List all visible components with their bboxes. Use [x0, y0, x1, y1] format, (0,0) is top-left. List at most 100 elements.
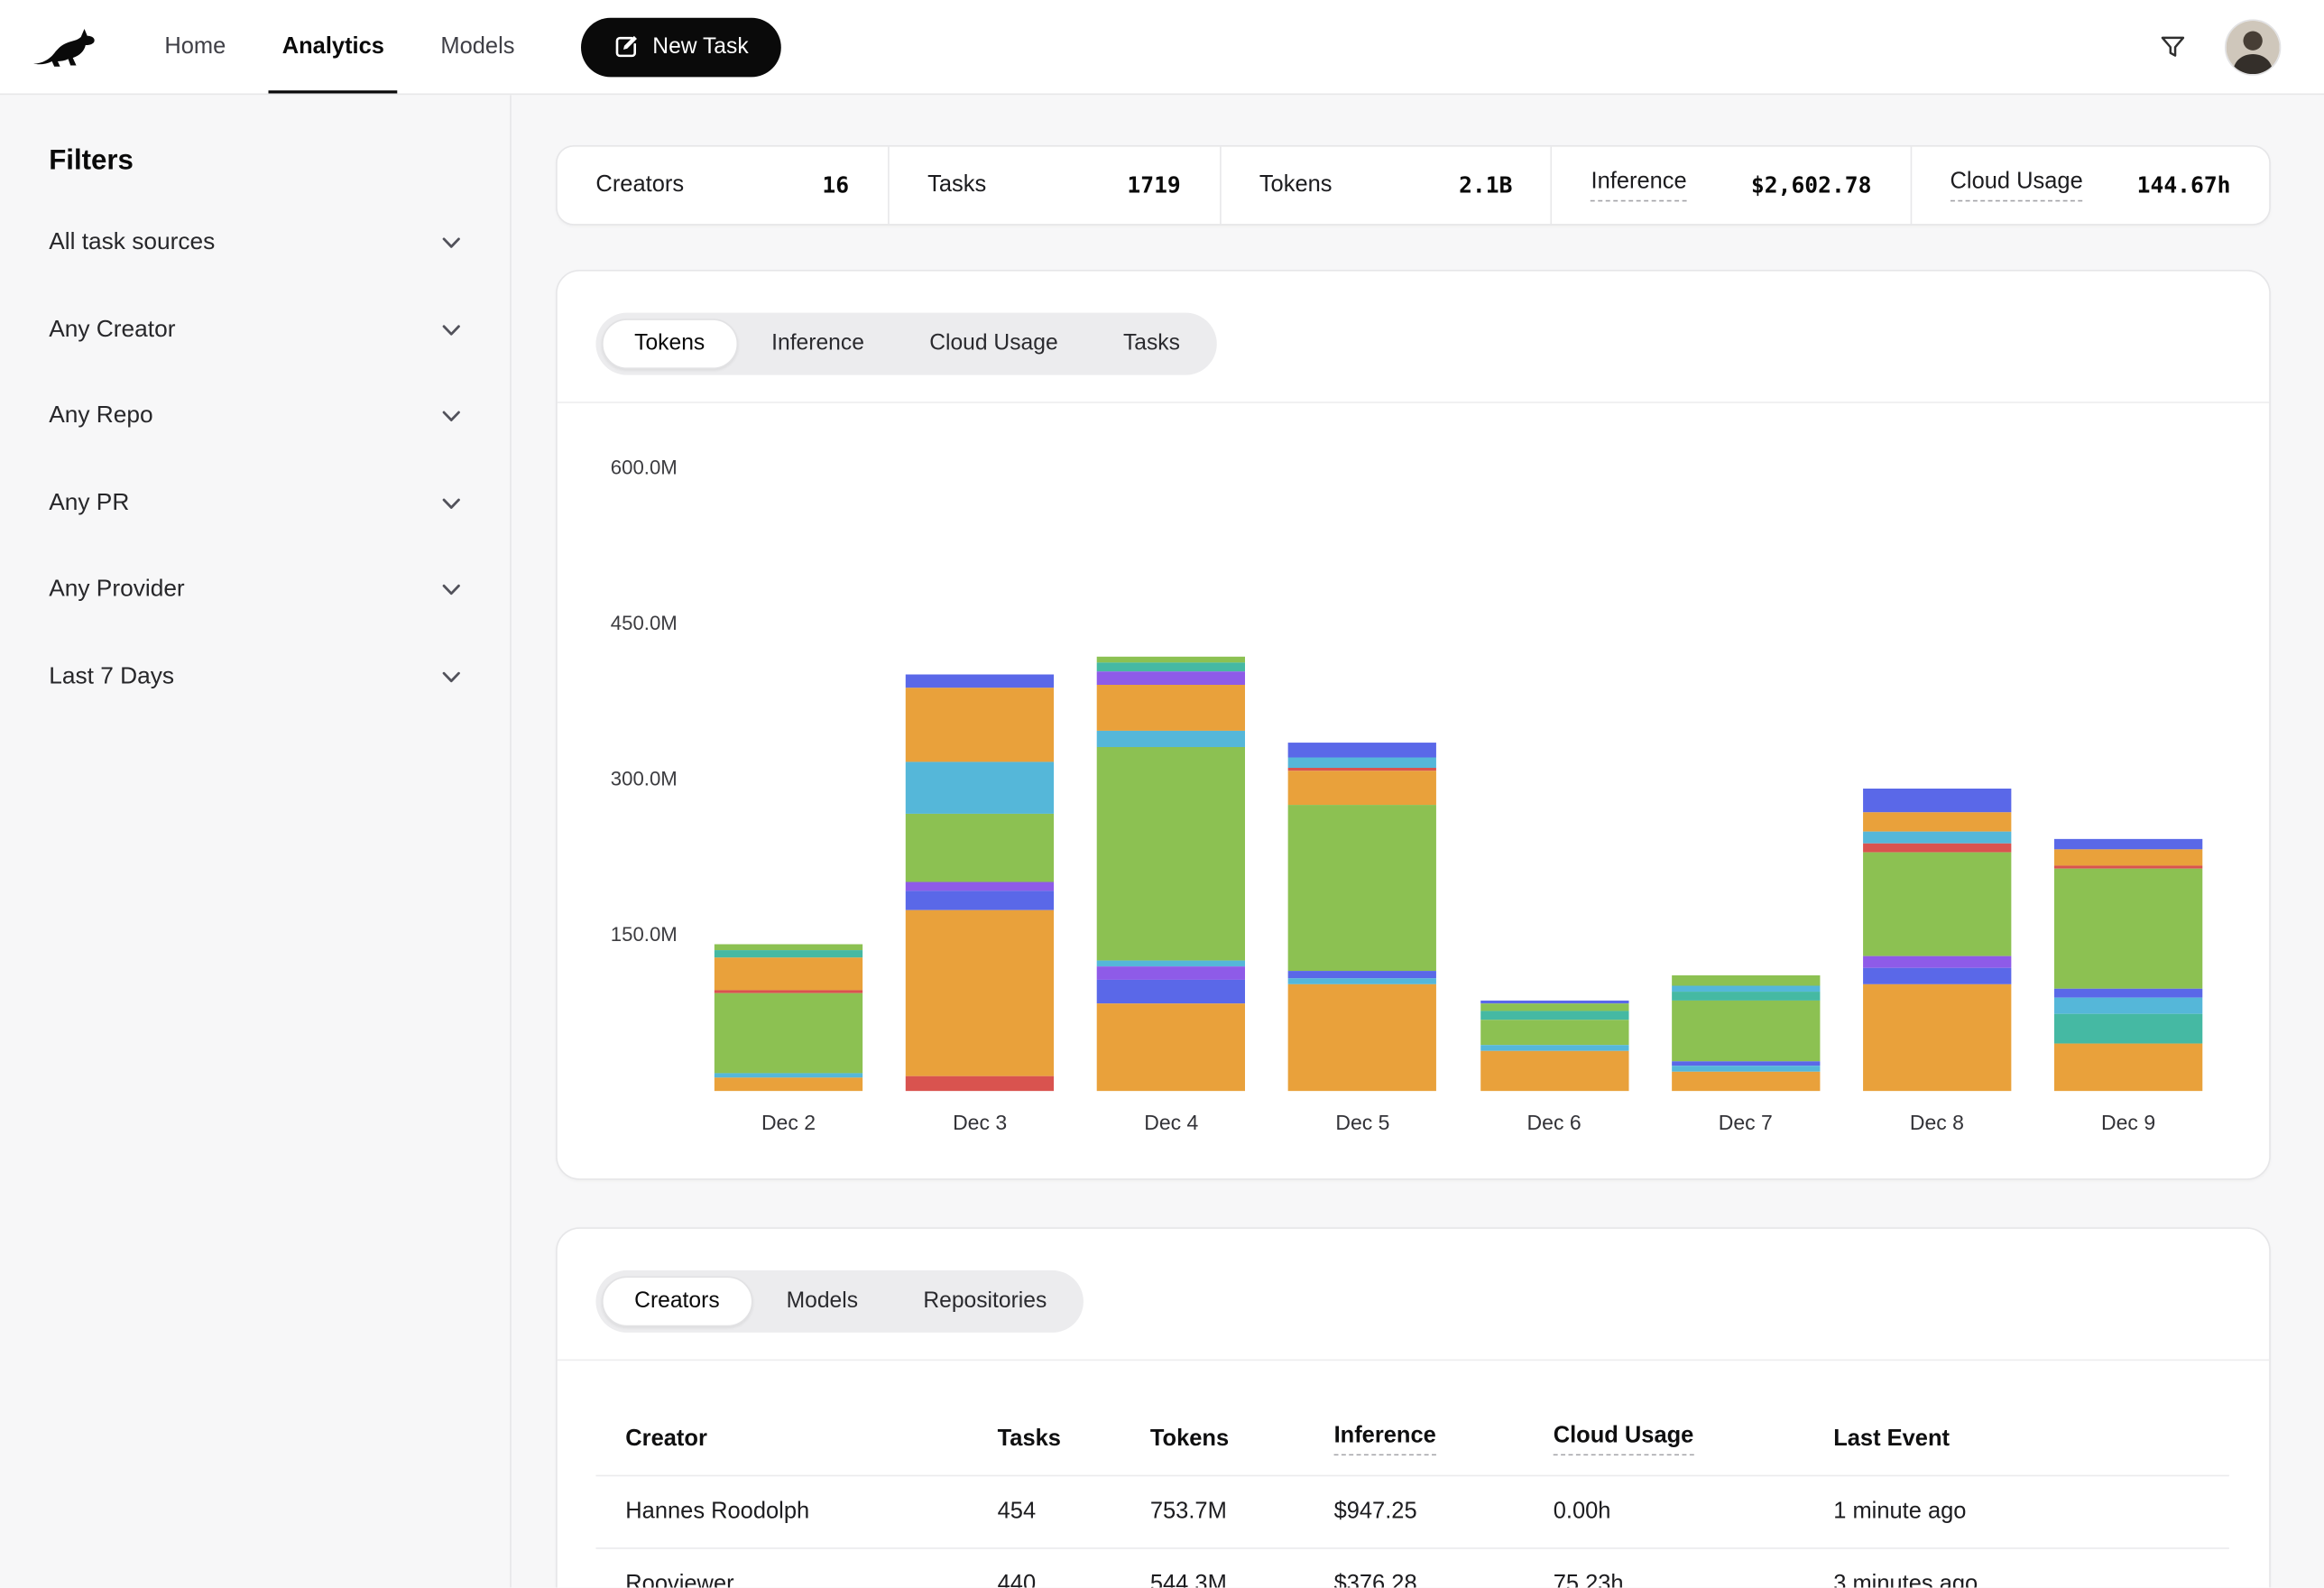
chevron-down-icon	[442, 585, 461, 596]
bar-segment-sky	[2054, 998, 2202, 1014]
chart-tab-tokens[interactable]: Tokens	[602, 319, 737, 369]
bar-segment-green	[1480, 1020, 1628, 1046]
stat-cloud-usage-label[interactable]: Cloud Usage	[1950, 169, 2083, 201]
bar-segment-orange	[1480, 1051, 1628, 1091]
chart-tab-tasks[interactable]: Tasks	[1092, 319, 1211, 369]
stat-tokens: Tokens 2.1B	[1219, 147, 1551, 224]
kangaroo-logo[interactable]	[30, 22, 106, 72]
bar-dec-9[interactable]	[2054, 839, 2202, 1091]
bar-segment-orange	[1097, 1002, 1245, 1091]
filter-date-range[interactable]: Last 7 Days	[49, 633, 461, 720]
bar-segment-indigo	[906, 891, 1054, 909]
bar-dec-3[interactable]	[906, 675, 1054, 1091]
bar-segment-green	[1863, 853, 2011, 956]
bar-segment-green	[1480, 1004, 1628, 1011]
bar-segment-indigo	[1288, 971, 1436, 979]
cell-tokens: 544.3M	[1120, 1571, 1305, 1587]
bar-segment-sky	[1480, 1046, 1628, 1052]
stat-tasks-label: Tasks	[927, 172, 986, 199]
table-row[interactable]: Rooviewer 440 544.3M $376.28 75.23h 3 mi…	[595, 1549, 2228, 1588]
col-inference[interactable]: Inference	[1305, 1423, 1524, 1455]
filter-pr[interactable]: Any PR	[49, 460, 461, 547]
y-axis-label: 300.0M	[558, 766, 678, 793]
cell-creator: Rooviewer	[595, 1571, 967, 1587]
app-root: Home Analytics Models New Task	[0, 0, 2324, 1586]
kangaroo-logo-icon	[32, 23, 106, 70]
nav-item-models[interactable]: Models	[428, 0, 529, 94]
chevron-down-icon	[442, 498, 461, 510]
bar-dec-4[interactable]	[1097, 658, 1245, 1092]
nav-item-home[interactable]: Home	[152, 0, 240, 94]
bar-segment-orange	[906, 909, 1054, 1076]
x-axis-label: Dec 9	[2054, 1111, 2202, 1134]
filter-task-sources[interactable]: All task sources	[49, 200, 461, 287]
stat-tokens-value: 2.1B	[1459, 172, 1512, 199]
filter-provider[interactable]: Any Provider	[49, 547, 461, 633]
bar-segment-green	[906, 814, 1054, 882]
col-cloud-usage[interactable]: Cloud Usage	[1524, 1423, 1804, 1455]
nav-item-analytics[interactable]: Analytics	[269, 0, 398, 94]
chevron-down-icon	[442, 237, 461, 249]
breakdown-tab-models[interactable]: Models	[755, 1277, 889, 1327]
chart-tab-cloud-usage[interactable]: Cloud Usage	[899, 319, 1089, 369]
stat-cloud-usage: Cloud Usage 144.67h	[1910, 147, 2269, 224]
bar-segment-teal	[2054, 1014, 2202, 1043]
bar-dec-7[interactable]	[1672, 976, 1820, 1092]
x-axis-label: Dec 5	[1288, 1111, 1436, 1134]
filter-repo[interactable]: Any Repo	[49, 374, 461, 460]
bar-segment-green	[1672, 976, 1820, 985]
bar-segment-orange	[1863, 813, 2011, 832]
bar-segment-teal	[715, 950, 862, 957]
cell-last-event: 3 minutes ago	[1803, 1571, 2229, 1587]
bar-segment-orange	[1288, 984, 1436, 1091]
bar-segment-sky	[1097, 731, 1245, 747]
cell-cloud-usage: 0.00h	[1524, 1499, 1804, 1526]
x-axis-label: Dec 6	[1480, 1111, 1628, 1134]
bar-segment-red	[1863, 843, 2011, 852]
bar-segment-green	[1288, 805, 1436, 971]
filter-label: Any Repo	[49, 403, 152, 430]
cell-inference: $376.28	[1305, 1571, 1524, 1587]
new-task-button[interactable]: New Task	[581, 17, 780, 77]
x-axis-label: Dec 3	[906, 1111, 1054, 1134]
filter-label: Any PR	[49, 490, 129, 517]
chart-tab-group: Tokens Inference Cloud Usage Tasks	[595, 313, 1217, 375]
bar-segment-red	[906, 1076, 1054, 1091]
cell-cloud-usage: 75.23h	[1524, 1571, 1804, 1587]
bar-segment-teal	[1480, 1011, 1628, 1020]
breakdown-tab-creators[interactable]: Creators	[602, 1277, 752, 1327]
chevron-down-icon	[442, 411, 461, 422]
bar-segment-orange	[906, 688, 1054, 762]
chevron-down-icon	[442, 671, 461, 683]
bar-dec-6[interactable]	[1480, 1001, 1628, 1091]
cell-last-event: 1 minute ago	[1803, 1499, 2229, 1526]
bar-segment-indigo	[1288, 743, 1436, 757]
bar-dec-8[interactable]	[1863, 789, 2011, 1092]
stat-creators: Creators 16	[558, 147, 888, 224]
table-row[interactable]: Hannes Roodolph 454 753.7M $947.25 0.00h…	[595, 1476, 2228, 1549]
user-avatar[interactable]	[2225, 19, 2281, 75]
stat-inference-label[interactable]: Inference	[1591, 169, 1687, 201]
stat-inference: Inference $2,602.78	[1551, 147, 1910, 224]
bar-dec-2[interactable]	[715, 945, 862, 1091]
top-navbar: Home Analytics Models New Task	[0, 0, 2324, 95]
filter-label: All task sources	[49, 230, 215, 257]
cell-tasks: 440	[968, 1571, 1120, 1587]
bar-segment-sky	[1288, 757, 1436, 768]
x-axis-label: Dec 2	[715, 1111, 862, 1134]
breakdown-tab-repositories[interactable]: Repositories	[892, 1277, 1078, 1327]
chart-tab-inference[interactable]: Inference	[741, 319, 896, 369]
col-creator: Creator	[595, 1426, 967, 1453]
cell-creator: Hannes Roodolph	[595, 1499, 967, 1526]
filter-funnel-icon[interactable]	[2153, 27, 2192, 66]
filter-creator[interactable]: Any Creator	[49, 287, 461, 374]
bar-segment-indigo	[906, 675, 1054, 688]
bar-segment-teal	[1097, 662, 1245, 671]
filters-title: Filters	[49, 145, 461, 178]
bar-segment-orange	[1863, 984, 2011, 1091]
bar-segment-green	[1097, 748, 1245, 961]
bar-segment-indigo	[2054, 990, 2202, 998]
bar-segment-sky	[1672, 1065, 1820, 1071]
bar-dec-5[interactable]	[1288, 743, 1436, 1091]
filters-sidebar: Filters All task sources Any Creator Any…	[0, 95, 512, 1587]
